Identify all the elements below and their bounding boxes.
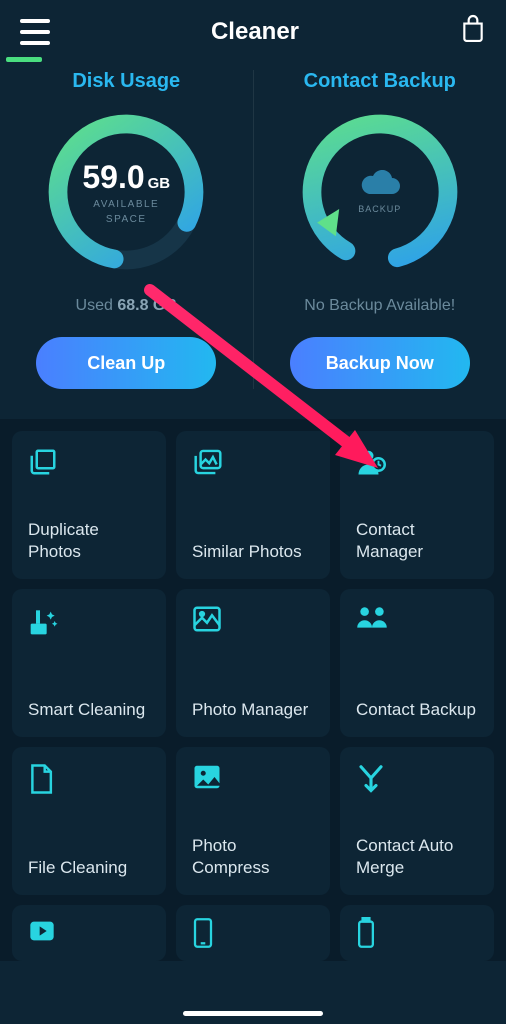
disk-usage-ring: 59.0GB AVAILABLE SPACE [41, 107, 211, 277]
disk-usage-card: Disk Usage 59.0GB AVAILABLE SPACE [0, 70, 254, 389]
menu-icon[interactable] [20, 19, 50, 45]
smart-cleaning-icon [28, 605, 150, 637]
tile-similar-photos[interactable]: Similar Photos [176, 431, 330, 579]
summary-cards: Disk Usage 59.0GB AVAILABLE SPACE [0, 62, 506, 409]
contact-backup-icon [356, 605, 478, 637]
tile-label: Contact Backup [356, 699, 478, 721]
photo-manager-icon [192, 605, 314, 637]
similar-photos-icon [192, 447, 314, 479]
tile-label: Photo Manager [192, 699, 314, 721]
tile-duplicate-photos[interactable]: Duplicate Photos [12, 431, 166, 579]
tile-device[interactable] [176, 905, 330, 961]
contact-backup-title: Contact Backup [304, 70, 456, 93]
disk-available-value: 59.0 [82, 159, 144, 195]
feature-grid: Duplicate Photos Similar Photos Contact … [0, 419, 506, 961]
tile-label: Contact Manager [356, 519, 478, 563]
tile-label: Smart Cleaning [28, 699, 150, 721]
tile-photo-manager[interactable]: Photo Manager [176, 589, 330, 737]
file-cleaning-icon [28, 763, 150, 795]
device-icon [192, 917, 314, 949]
contact-manager-icon [356, 447, 478, 479]
tile-label: Similar Photos [192, 541, 314, 563]
tile-contact-auto-merge[interactable]: Contact Auto Merge [340, 747, 494, 895]
tile-contact-manager[interactable]: Contact Manager [340, 431, 494, 579]
backup-ring: BACKUP [295, 107, 465, 277]
photo-compress-icon [192, 763, 314, 795]
tile-label: Contact Auto Merge [356, 835, 478, 879]
duplicate-photos-icon [28, 447, 150, 479]
tile-contact-backup[interactable]: Contact Backup [340, 589, 494, 737]
disk-used-status: Used 68.8 GB [76, 297, 177, 315]
clean-up-button[interactable]: Clean Up [36, 337, 216, 389]
tile-battery[interactable] [340, 905, 494, 961]
video-icon [28, 919, 150, 948]
home-indicator[interactable] [183, 1011, 323, 1016]
backup-now-button[interactable]: Backup Now [290, 337, 470, 389]
app-title: Cleaner [211, 18, 299, 46]
tile-label: Photo Compress [192, 835, 314, 879]
tile-video[interactable] [12, 905, 166, 961]
tile-file-cleaning[interactable]: File Cleaning [12, 747, 166, 895]
backup-status: No Backup Available! [304, 297, 455, 315]
bag-icon[interactable] [460, 14, 486, 49]
contact-backup-card: Contact Backup BACKUP No Backup Avail [254, 70, 506, 389]
tile-photo-compress[interactable]: Photo Compress [176, 747, 330, 895]
tile-label: File Cleaning [28, 857, 150, 879]
tile-smart-cleaning[interactable]: Smart Cleaning [12, 589, 166, 737]
contact-auto-merge-icon [356, 763, 478, 795]
disk-sub-1: AVAILABLE [82, 198, 170, 211]
app-header: Cleaner [0, 0, 506, 57]
disk-sub-2: SPACE [82, 213, 170, 226]
battery-icon [356, 917, 478, 949]
disk-unit: GB [148, 175, 171, 192]
disk-usage-title: Disk Usage [72, 70, 180, 93]
tile-label: Duplicate Photos [28, 519, 150, 563]
